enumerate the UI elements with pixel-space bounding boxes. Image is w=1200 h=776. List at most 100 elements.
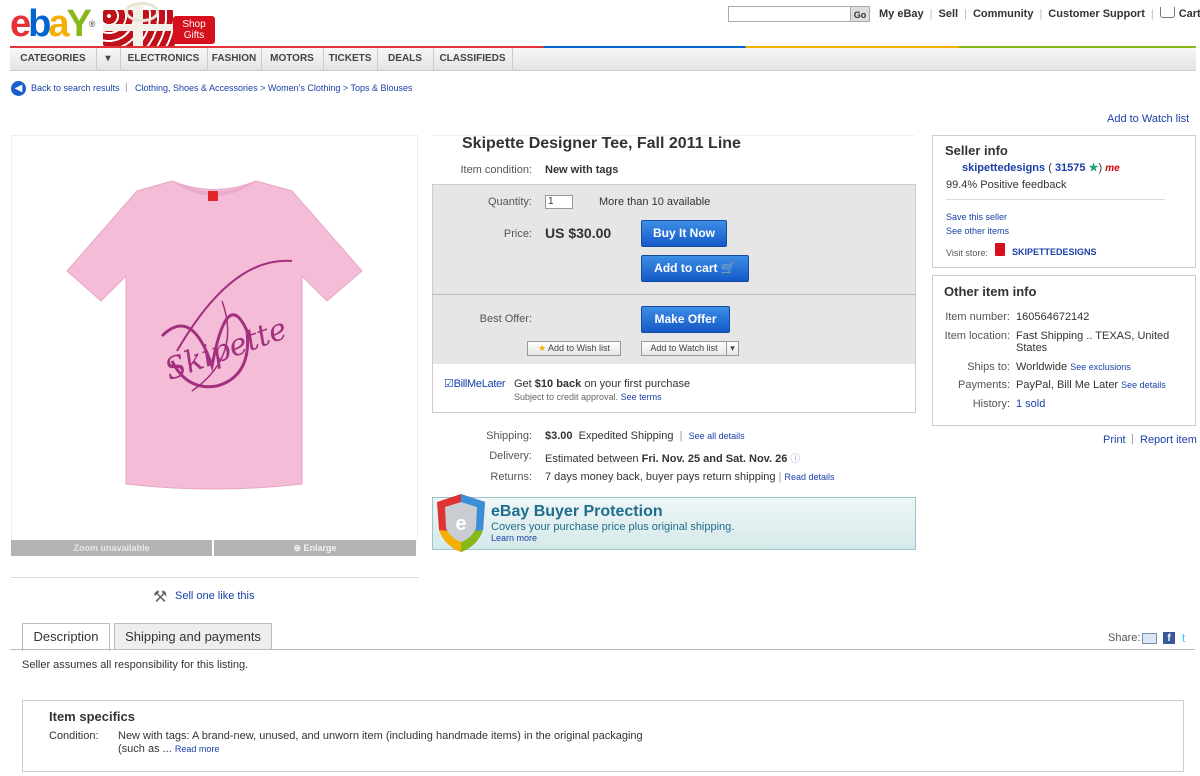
nav-motors[interactable]: MOTORS bbox=[261, 48, 324, 70]
buyer-protection-banner[interactable]: e eBay Buyer Protection Covers your purc… bbox=[432, 494, 916, 552]
category-nav: CATEGORIES ▾ ELECTRONICS FASHION MOTORS … bbox=[10, 48, 1196, 71]
shield-icon: e bbox=[437, 494, 485, 552]
item-image[interactable]: Skipette bbox=[11, 135, 418, 542]
shipping-cost: $3.00 bbox=[545, 430, 573, 442]
bml-offer-amount: $10 back bbox=[534, 378, 582, 390]
top-links: My eBay | Sell | Community | Customer Support |… bbox=[879, 7, 1200, 20]
my-ebay-link[interactable]: My eBay bbox=[879, 8, 924, 20]
enlarge-button[interactable]: ⊕ Enlarge bbox=[214, 540, 416, 556]
me-icon[interactable]: me bbox=[1105, 163, 1119, 174]
seller-feedback-score[interactable]: 31575 bbox=[1055, 162, 1086, 174]
other-item-info-title: Other item info bbox=[944, 284, 1037, 299]
store-icon bbox=[995, 243, 1005, 256]
payments-value: PayPal, Bill Me Later See details bbox=[1016, 379, 1166, 391]
tab-description[interactable]: Description bbox=[22, 623, 110, 651]
history-label: History: bbox=[972, 398, 1010, 410]
learn-more-link[interactable]: Learn more bbox=[491, 533, 537, 543]
add-to-cart-label: Add to cart bbox=[654, 261, 718, 275]
add-to-watch-list-button[interactable]: Add to Watch list bbox=[641, 341, 727, 356]
protection-title: eBay Buyer Protection bbox=[491, 503, 663, 520]
shipping-label: Shipping: bbox=[486, 430, 532, 442]
price-label: Price: bbox=[503, 228, 532, 240]
nav-fashion[interactable]: FASHION bbox=[207, 48, 262, 70]
seller-name-row: skipettedesigns ( 31575 ★) me bbox=[962, 162, 1120, 174]
nav-classifieds[interactable]: CLASSIFIEDS bbox=[433, 48, 513, 70]
back-arrow-icon[interactable]: ◀ bbox=[11, 81, 26, 96]
nav-electronics[interactable]: ELECTRONICS bbox=[120, 48, 208, 70]
seller-name-link[interactable]: skipettedesigns bbox=[962, 162, 1045, 174]
bml-offer-suffix: on your first purchase bbox=[581, 378, 691, 390]
specifics-condition-continued: (such as ... bbox=[118, 743, 175, 755]
page-title: Skipette Designer Tee, Fall 2011 Line bbox=[462, 135, 741, 152]
breadcrumb[interactable]: Clothing, Shoes & Accessories > Women's … bbox=[135, 83, 413, 93]
divider bbox=[946, 199, 1165, 200]
ebay-logo[interactable]: ebaY® bbox=[10, 4, 96, 44]
logo-trademark: ® bbox=[88, 19, 96, 29]
returns-text: 7 days money back, buyer pays return shi… bbox=[545, 471, 776, 483]
logo-letter-e: e bbox=[10, 3, 31, 45]
make-offer-button[interactable]: Make Offer bbox=[641, 306, 730, 333]
nav-categories[interactable]: CATEGORIES bbox=[10, 48, 97, 70]
sell-one-like-this-link[interactable]: Sell one like this bbox=[175, 590, 255, 602]
read-more-link[interactable]: Read more bbox=[175, 744, 220, 754]
print-link[interactable]: Print bbox=[1103, 434, 1126, 446]
add-to-cart-button[interactable]: Add to cart 🛒 bbox=[641, 255, 749, 282]
item-number-value: 160564672142 bbox=[1016, 311, 1090, 323]
buy-it-now-button[interactable]: Buy It Now bbox=[641, 220, 727, 247]
cart-icon: 🛒 bbox=[720, 261, 736, 275]
ships-to-label: Ships to: bbox=[967, 361, 1010, 373]
divider bbox=[11, 577, 419, 578]
chevron-down-icon[interactable]: ▾ bbox=[96, 48, 121, 70]
shop-gifts-banner[interactable]: Shop Gifts bbox=[103, 2, 215, 46]
enlarge-label: Enlarge bbox=[303, 543, 337, 553]
email-icon[interactable] bbox=[1142, 633, 1157, 644]
search-go-button[interactable]: Go bbox=[850, 6, 870, 22]
customer-support-link[interactable]: Customer Support bbox=[1048, 8, 1145, 20]
back-to-search-link[interactable]: Back to search results bbox=[31, 83, 120, 93]
available-count: More than 10 available bbox=[599, 196, 711, 208]
search-input[interactable] bbox=[728, 6, 851, 22]
share-label: Share: bbox=[1108, 632, 1141, 644]
history-link[interactable]: 1 sold bbox=[1016, 398, 1045, 410]
description-text: Seller assumes all responsibility for th… bbox=[22, 659, 249, 671]
seller-info-title: Seller info bbox=[945, 143, 1008, 158]
delivery-dates: Fri. Nov. 25 and Sat. Nov. 26 bbox=[641, 453, 788, 465]
nav-deals[interactable]: DEALS bbox=[377, 48, 434, 70]
chevron-down-icon[interactable]: ▾ bbox=[726, 341, 739, 356]
cart-icon[interactable] bbox=[1159, 7, 1175, 18]
report-item-link[interactable]: Report item bbox=[1140, 434, 1197, 446]
see-terms-link[interactable]: See terms bbox=[621, 392, 662, 402]
read-details-link[interactable]: Read details bbox=[785, 472, 835, 482]
community-link[interactable]: Community bbox=[973, 8, 1034, 20]
add-to-wish-list-button[interactable]: ★ Add to Wish list bbox=[527, 341, 621, 356]
tab-shipping-payments[interactable]: Shipping and payments bbox=[114, 623, 272, 650]
logo-letter-y: Y bbox=[66, 3, 92, 45]
see-details-link[interactable]: See details bbox=[1121, 380, 1166, 390]
zoom-unavailable-label: Zoom unavailable bbox=[11, 540, 212, 556]
quantity-input[interactable]: 1 bbox=[545, 195, 573, 209]
bml-credit-label: Subject to credit approval. bbox=[514, 392, 619, 402]
see-exclusions-link[interactable]: See exclusions bbox=[1070, 362, 1131, 372]
sell-link[interactable]: Sell bbox=[939, 8, 959, 20]
visit-store-label: Visit store: bbox=[946, 248, 988, 258]
price-value: US $30.00 bbox=[545, 225, 612, 241]
logo-letter-b: b bbox=[28, 3, 51, 45]
quantity-label: Quantity: bbox=[487, 196, 532, 208]
see-other-items-link[interactable]: See other items bbox=[946, 226, 1009, 236]
facebook-icon[interactable]: f bbox=[1163, 632, 1175, 644]
shop-gifts-label: Shop Gifts bbox=[173, 16, 215, 44]
specifics-condition-text: New with tags: A brand-new, unused, and … bbox=[118, 730, 643, 742]
feedback-star-icon: ★ bbox=[1088, 162, 1099, 174]
magnifier-icon: ⊕ bbox=[293, 543, 304, 553]
item-location-value: Fast Shipping .. TEXAS, United States bbox=[1016, 330, 1170, 354]
see-all-details-link[interactable]: See all details bbox=[689, 431, 745, 441]
cart-link[interactable]: Cart bbox=[1179, 8, 1200, 20]
store-link[interactable]: SKIPETTEDESIGNS bbox=[1012, 247, 1097, 257]
help-icon[interactable]: ⓘ bbox=[790, 454, 800, 465]
save-seller-link[interactable]: Save this seller bbox=[946, 212, 1007, 222]
add-to-wish-list-label: Add to Wish list bbox=[548, 343, 611, 353]
twitter-icon[interactable]: t bbox=[1182, 631, 1185, 645]
add-to-watch-list-link[interactable]: Add to Watch list bbox=[1107, 113, 1189, 125]
delivery-label: Delivery: bbox=[489, 450, 532, 462]
nav-tickets[interactable]: TICKETS bbox=[323, 48, 378, 70]
